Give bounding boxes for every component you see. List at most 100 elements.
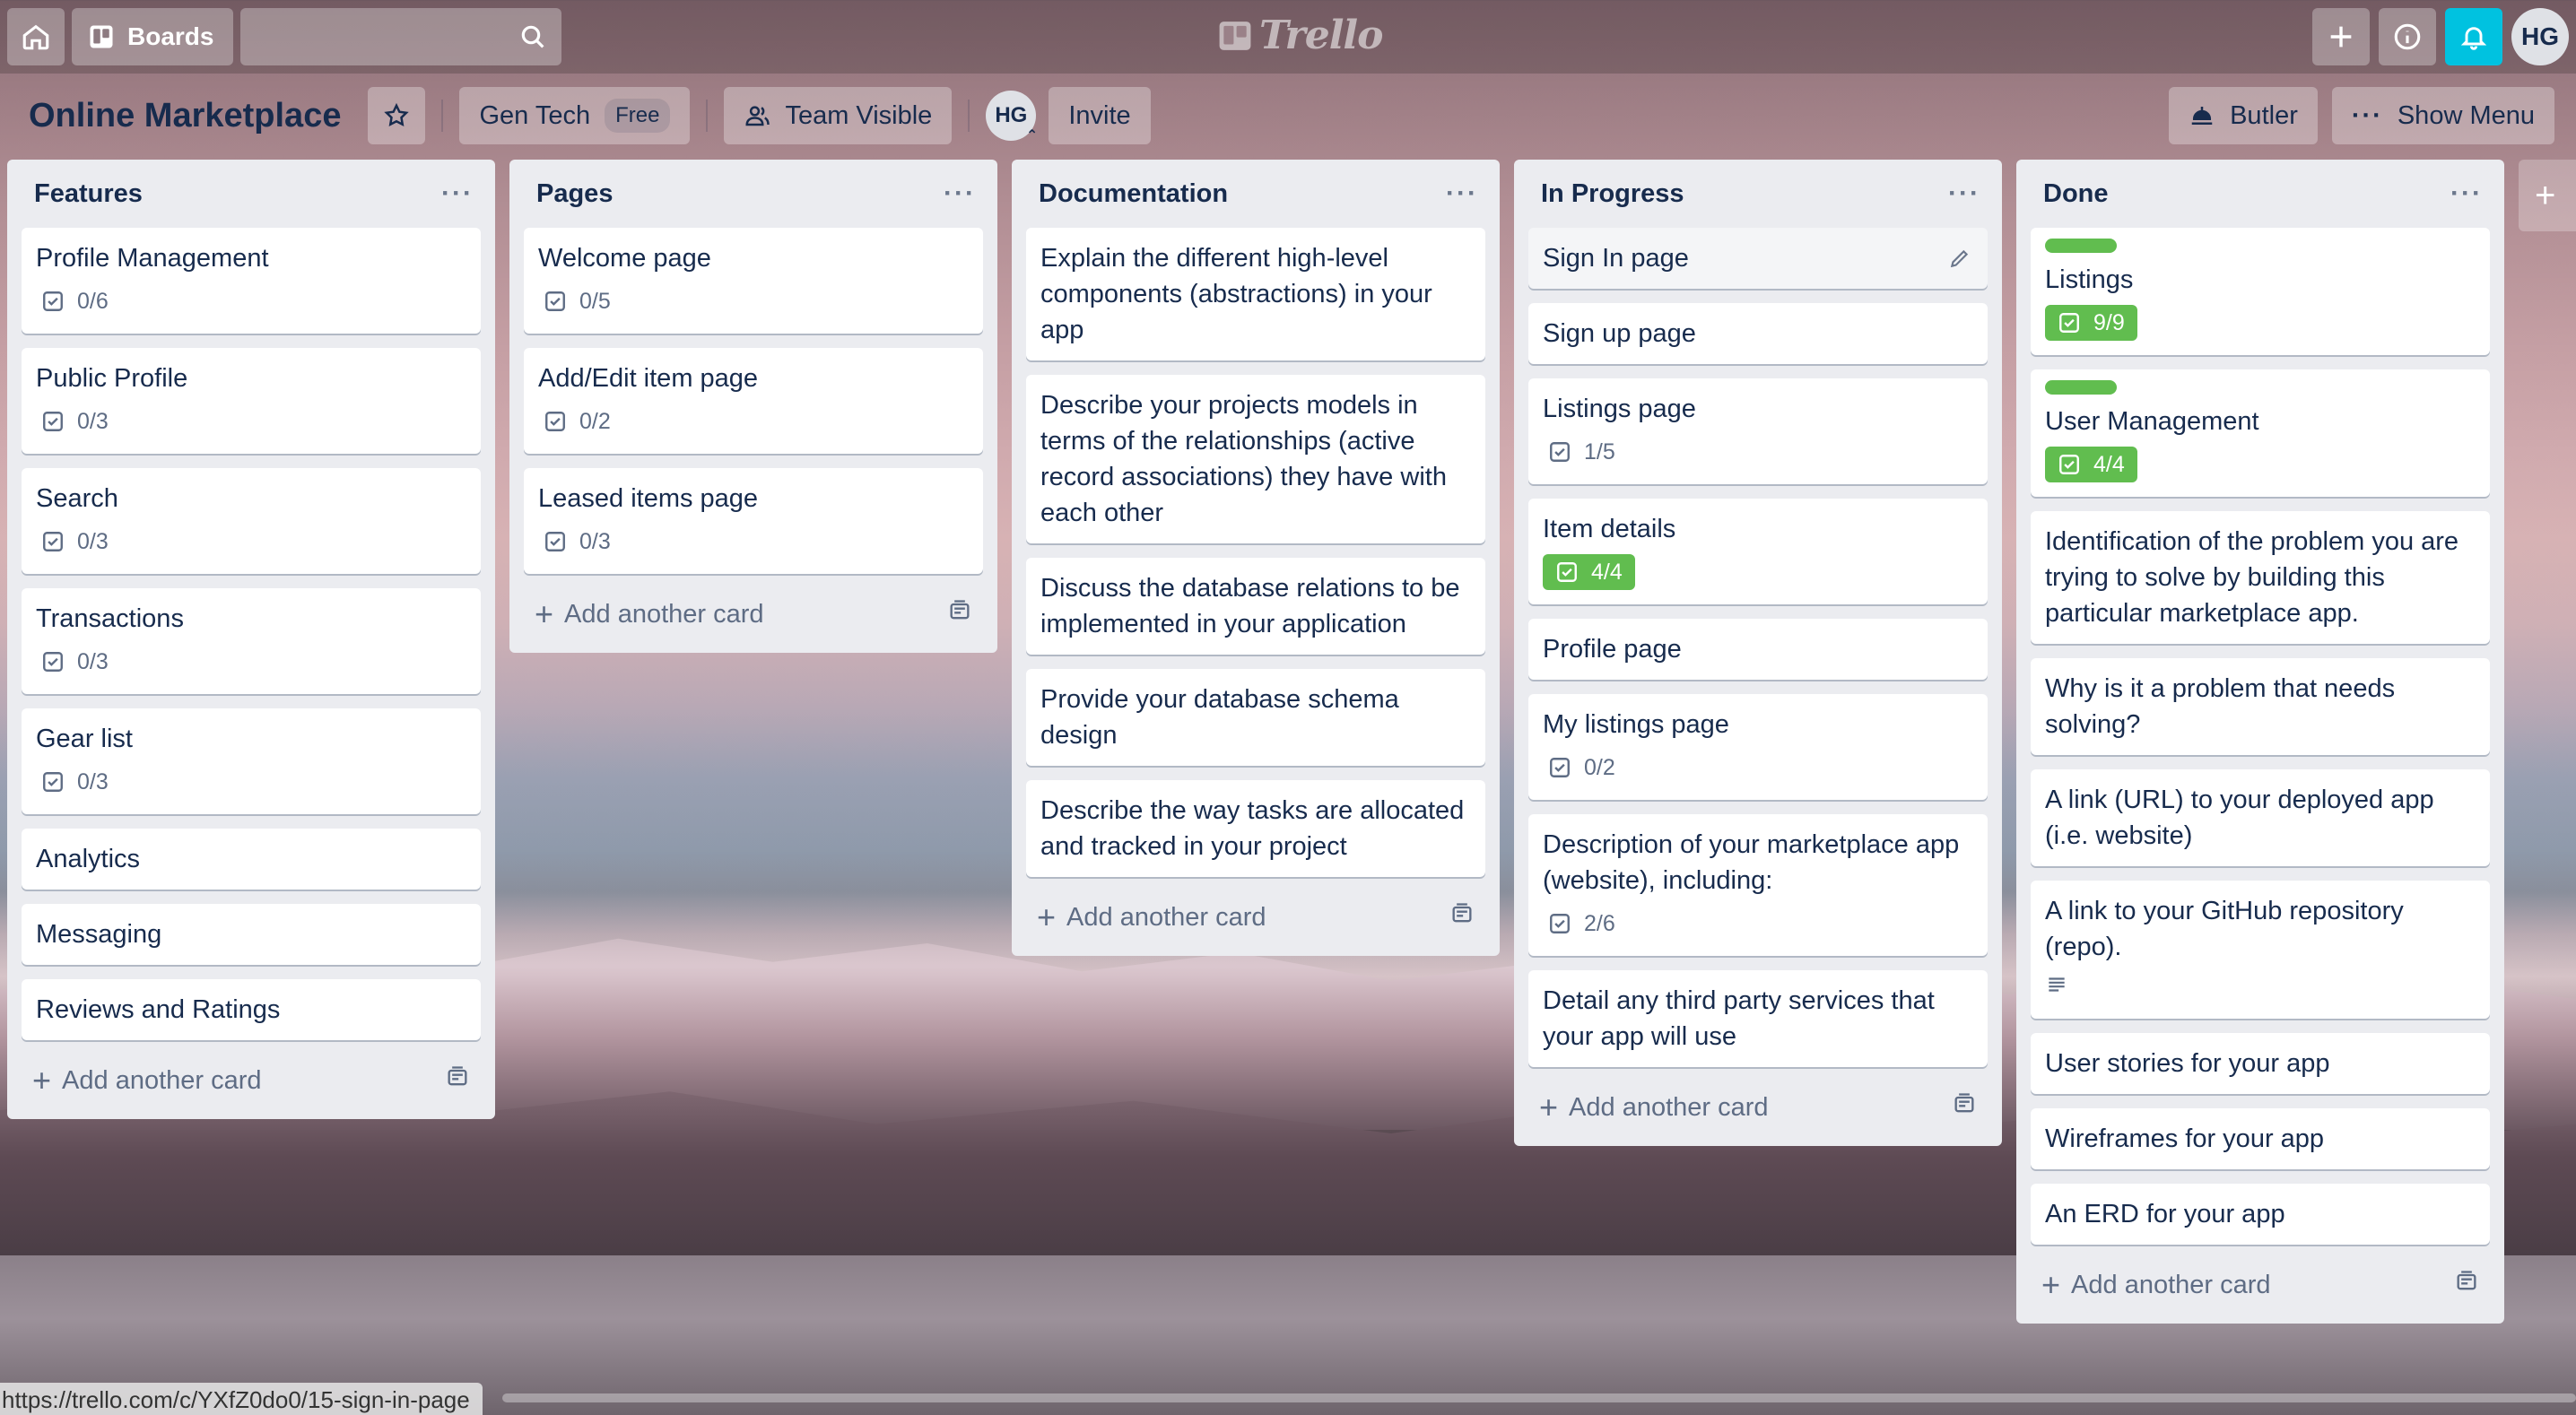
board-title[interactable]: Online Marketplace [29, 97, 341, 135]
list-header[interactable]: Documentation ··· [1026, 160, 1485, 228]
card[interactable]: A link to your GitHub repository (repo). [2031, 881, 2490, 1019]
card[interactable]: Public Profile 0/3 [22, 348, 481, 454]
list-title[interactable]: Documentation [1039, 179, 1228, 209]
card-badges: 0/3 [36, 642, 466, 681]
divider [706, 100, 709, 132]
trello-logo-icon [1219, 21, 1251, 50]
info-icon [2394, 23, 2421, 50]
card[interactable]: Welcome page 0/5 [524, 228, 983, 334]
card[interactable]: Sign In page [1528, 228, 1988, 289]
card[interactable]: User Management 4/4 [2031, 369, 2490, 497]
card[interactable]: Add/Edit item page 0/2 [524, 348, 983, 454]
list-header[interactable]: Pages ··· [524, 160, 983, 228]
add-card-button[interactable]: + Add another card [2031, 1257, 2490, 1313]
add-card-button[interactable]: + Add another card [1528, 1080, 1988, 1135]
card[interactable]: Describe the way tasks are allocated and… [1026, 780, 1485, 877]
add-card-left[interactable]: + Add another card [1037, 901, 1266, 933]
show-menu-button[interactable]: ··· Show Menu [2331, 87, 2554, 144]
card[interactable]: A link (URL) to your deployed app (i.e. … [2031, 769, 2490, 866]
visibility-button[interactable]: Team Visible [724, 87, 953, 144]
star-button[interactable] [368, 87, 426, 144]
template-icon[interactable] [445, 1064, 470, 1097]
template-icon[interactable] [1952, 1091, 1977, 1124]
list-menu-icon[interactable]: ··· [1446, 178, 1478, 209]
logo-text: Trello [1259, 13, 1383, 58]
checklist-icon [43, 291, 63, 311]
add-card-left[interactable]: + Add another card [1539, 1091, 1769, 1124]
card[interactable]: Description of your marketplace app (web… [1528, 814, 1988, 956]
card[interactable]: Transactions 0/3 [22, 588, 481, 694]
team-name: Gen Tech [479, 100, 591, 130]
list-menu-icon[interactable]: ··· [441, 178, 474, 209]
card[interactable]: Reviews and Ratings [22, 979, 481, 1040]
list-menu-icon[interactable]: ··· [944, 178, 976, 209]
card[interactable]: Listings 9/9 [2031, 228, 2490, 355]
notifications-button[interactable] [2445, 8, 2502, 65]
card[interactable]: Identification of the problem you are tr… [2031, 511, 2490, 644]
checklist-count: 0/2 [579, 409, 611, 434]
card[interactable]: Search 0/3 [22, 468, 481, 574]
card[interactable]: Detail any third party services that you… [1528, 970, 1988, 1067]
card[interactable]: An ERD for your app [2031, 1184, 2490, 1245]
card[interactable]: Item details 4/4 [1528, 499, 1988, 604]
home-button[interactable] [7, 8, 65, 65]
search-input[interactable] [240, 8, 562, 65]
list-menu-icon[interactable]: ··· [2450, 178, 2483, 209]
card[interactable]: Describe your projects models in terms o… [1026, 375, 1485, 543]
user-avatar[interactable]: HG [2511, 8, 2569, 65]
template-icon[interactable] [947, 598, 972, 630]
divider [441, 100, 444, 132]
add-card-left[interactable]: + Add another card [32, 1064, 262, 1097]
card[interactable]: Why is it a problem that needs solving? [2031, 658, 2490, 755]
card[interactable]: Provide your database schema design [1026, 669, 1485, 766]
invite-label: Invite [1068, 100, 1131, 130]
search-field[interactable] [240, 8, 562, 65]
card[interactable]: Gear list 0/3 [22, 708, 481, 814]
add-card-left[interactable]: + Add another card [2041, 1269, 2271, 1301]
template-icon[interactable] [2454, 1269, 2479, 1301]
search-icon[interactable] [518, 22, 547, 51]
card[interactable]: Discuss the database relations to be imp… [1026, 558, 1485, 655]
add-card-left[interactable]: + Add another card [535, 598, 764, 630]
list-header[interactable]: Done ··· [2031, 160, 2490, 228]
card[interactable]: Messaging [22, 904, 481, 965]
team-button[interactable]: Gen Tech Free [459, 87, 691, 144]
pencil-icon[interactable] [1948, 244, 1971, 280]
card-title: Wireframes for your app [2045, 1124, 2325, 1153]
card-label-green[interactable] [2045, 239, 2117, 253]
card-badges: 4/4 [1543, 552, 1973, 592]
invite-button[interactable]: Invite [1049, 87, 1151, 144]
info-button[interactable] [2379, 8, 2436, 65]
card[interactable]: User stories for your app [2031, 1033, 2490, 1094]
card[interactable]: Profile Management 0/6 [22, 228, 481, 334]
add-card-button[interactable]: + Add another card [22, 1053, 481, 1108]
card[interactable]: Explain the different high-level compone… [1026, 228, 1485, 360]
list-header[interactable]: Features ··· [22, 160, 481, 228]
card[interactable]: Listings page 1/5 [1528, 378, 1988, 484]
list-title[interactable]: Features [34, 179, 143, 209]
card[interactable]: Analytics [22, 829, 481, 890]
list-title[interactable]: Pages [536, 179, 613, 209]
card[interactable]: My listings page 0/2 [1528, 694, 1988, 800]
card[interactable]: Profile page [1528, 619, 1988, 680]
template-icon[interactable] [1449, 901, 1475, 933]
card[interactable]: Sign up page [1528, 303, 1988, 364]
card[interactable]: Wireframes for your app [2031, 1108, 2490, 1169]
list-title[interactable]: Done [2043, 179, 2109, 209]
horizontal-scrollbar[interactable] [502, 1393, 2576, 1402]
add-card-button[interactable]: + Add another card [524, 586, 983, 642]
list-header[interactable]: In Progress ··· [1528, 160, 1988, 228]
list-menu-icon[interactable]: ··· [1948, 178, 1980, 209]
list-title[interactable]: In Progress [1541, 179, 1684, 209]
add-list-button[interactable]: + [2519, 160, 2576, 231]
create-button[interactable] [2312, 8, 2370, 65]
trello-logo[interactable]: Trello [1218, 13, 1383, 58]
butler-button[interactable]: Butler [2169, 87, 2318, 144]
member-avatar[interactable]: HG ⌃ [986, 91, 1038, 143]
card[interactable]: Leased items page 0/3 [524, 468, 983, 574]
card-title: Explain the different high-level compone… [1040, 244, 1432, 344]
card-badges: 4/4 [2045, 445, 2476, 484]
boards-button[interactable]: Boards [72, 8, 234, 65]
add-card-button[interactable]: + Add another card [1026, 890, 1485, 945]
card-label-green[interactable] [2045, 380, 2117, 395]
